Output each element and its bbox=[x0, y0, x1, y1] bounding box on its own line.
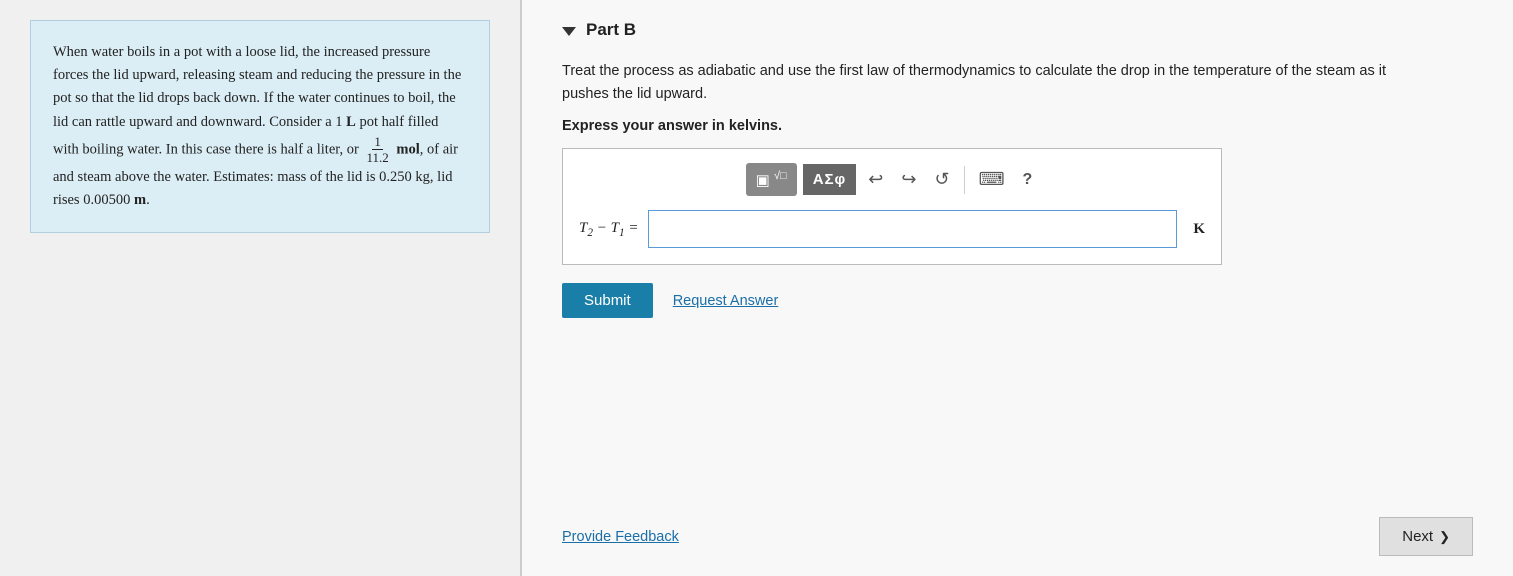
request-answer-link[interactable]: Request Answer bbox=[673, 293, 779, 309]
left-panel: When water boils in a pot with a loose l… bbox=[0, 0, 520, 576]
submit-button[interactable]: Submit bbox=[562, 283, 653, 318]
bottom-row: Provide Feedback Next ❯ bbox=[562, 507, 1473, 556]
provide-feedback-link[interactable]: Provide Feedback bbox=[562, 529, 679, 545]
answer-input[interactable] bbox=[648, 210, 1177, 248]
equation-label: T2 − T1 = bbox=[579, 220, 638, 239]
right-panel: Part B Treat the process as adiabatic an… bbox=[522, 0, 1513, 576]
undo-button[interactable]: ↩ bbox=[862, 165, 889, 194]
greek-symbols-button[interactable]: ΑΣφ bbox=[803, 164, 857, 195]
action-row: Submit Request Answer bbox=[562, 283, 1473, 318]
refresh-button[interactable]: ↺ bbox=[928, 165, 955, 194]
express-label: Express your answer in kelvins. bbox=[562, 118, 1473, 134]
problem-box: When water boils in a pot with a loose l… bbox=[30, 20, 490, 233]
math-toolbar: ▣ √□ ΑΣφ ↩ ↪ ↺ ⌨ ? bbox=[579, 163, 1205, 196]
redo-button[interactable]: ↪ bbox=[895, 165, 922, 194]
template-radical-group: ▣ √□ bbox=[746, 163, 797, 196]
collapse-chevron-icon[interactable] bbox=[562, 27, 576, 36]
next-label: Next bbox=[1402, 528, 1433, 545]
fraction-1-over-11.2: 1 11.2 bbox=[364, 134, 390, 166]
next-chevron-icon: ❯ bbox=[1439, 529, 1450, 545]
unit-label: K bbox=[1193, 221, 1205, 238]
next-button[interactable]: Next ❯ bbox=[1379, 517, 1473, 556]
toolbar-separator bbox=[964, 166, 965, 194]
answer-box: ▣ √□ ΑΣφ ↩ ↪ ↺ ⌨ ? T2 − T1 = K bbox=[562, 148, 1222, 265]
keyboard-button[interactable]: ⌨ bbox=[973, 165, 1011, 194]
template-button[interactable]: ▣ √□ bbox=[746, 163, 797, 196]
help-button[interactable]: ? bbox=[1017, 167, 1039, 193]
question-text: Treat the process as adiabatic and use t… bbox=[562, 60, 1422, 106]
template-icon: ▣ √□ bbox=[756, 170, 787, 189]
part-title: Part B bbox=[586, 20, 636, 40]
input-row: T2 − T1 = K bbox=[579, 210, 1205, 248]
part-header: Part B bbox=[562, 20, 1473, 40]
